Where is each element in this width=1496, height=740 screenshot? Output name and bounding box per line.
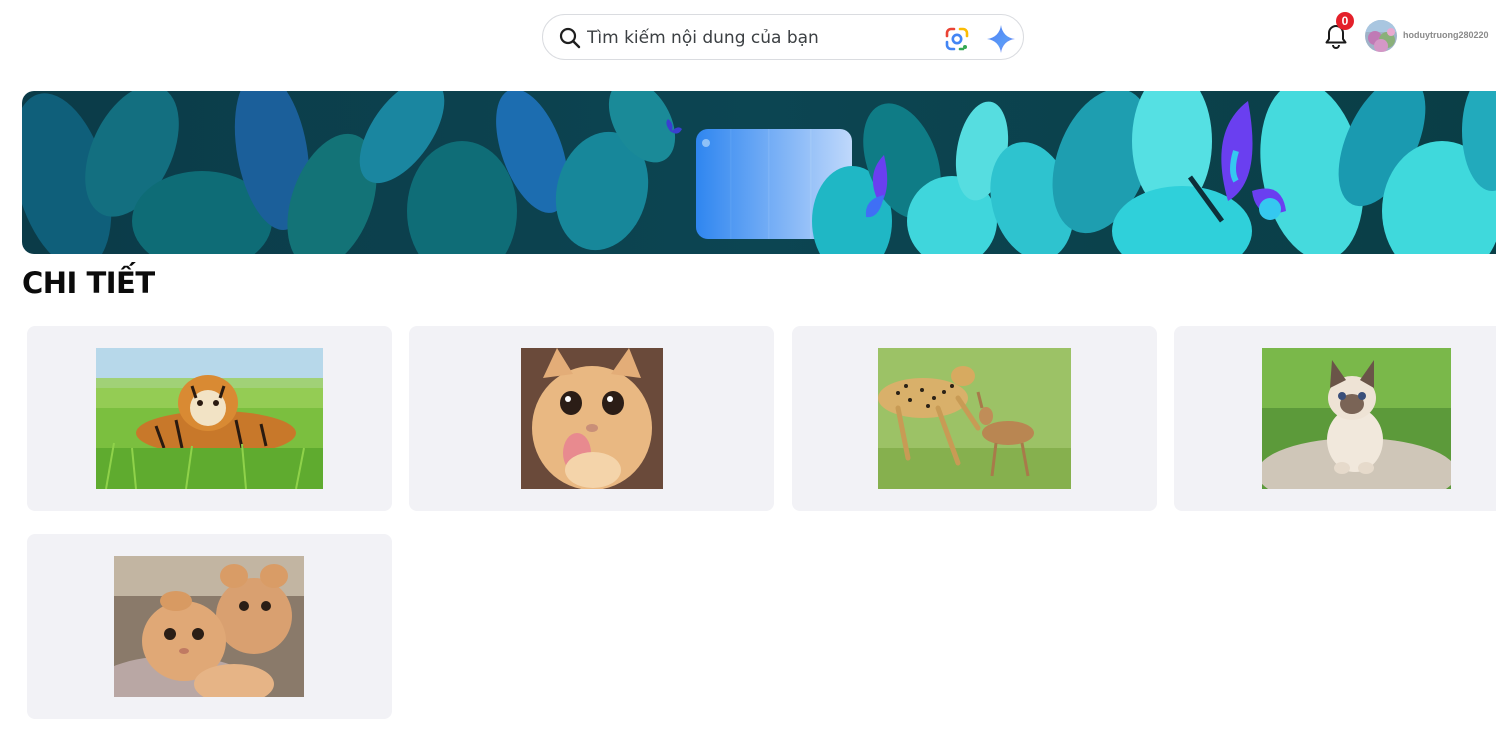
search-icon[interactable] xyxy=(559,27,581,49)
cat-licking-photo[interactable] xyxy=(521,348,663,489)
search-bar[interactable] xyxy=(542,14,1024,60)
gallery-card[interactable] xyxy=(27,326,392,511)
section-title: CHI TIẾT xyxy=(22,266,155,300)
ai-sparkle-icon[interactable] xyxy=(985,23,1017,55)
two-cats-photo[interactable] xyxy=(114,556,304,697)
google-lens-icon[interactable] xyxy=(943,25,971,53)
gallery-card[interactable] xyxy=(409,326,774,511)
gallery-card[interactable] xyxy=(27,534,392,719)
top-bar: 0 hoduytruong280220 xyxy=(0,0,1496,80)
tiger-photo[interactable] xyxy=(96,348,323,489)
username[interactable]: hoduytruong280220 xyxy=(1403,30,1489,40)
kitten-photo[interactable] xyxy=(1262,348,1451,489)
hero-banner xyxy=(22,91,1496,254)
gallery-card[interactable] xyxy=(792,326,1157,511)
search-input[interactable] xyxy=(587,23,927,53)
notification-badge: 0 xyxy=(1336,12,1354,30)
avatar[interactable] xyxy=(1365,20,1397,52)
cheetah-gazelle-photo[interactable] xyxy=(878,348,1071,489)
gallery-card[interactable] xyxy=(1174,326,1496,511)
